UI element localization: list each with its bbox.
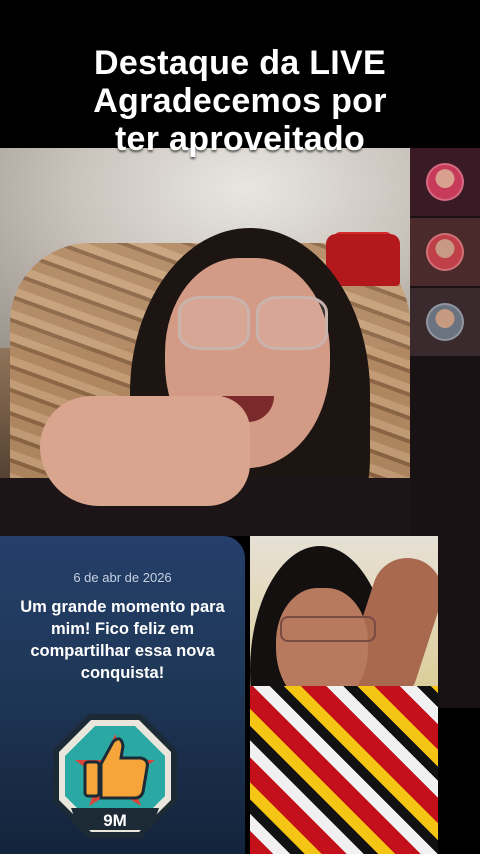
guest-avatar-1 (426, 163, 464, 201)
guest-dress (250, 686, 438, 854)
headline-line-1: Destaque da LIVE (94, 44, 386, 82)
host-video[interactable] (0, 148, 410, 536)
guest-video[interactable] (250, 536, 438, 854)
milestone-card: 6 de abr de 2026 Um grande momento para … (0, 536, 245, 854)
milestone-badge: 9M (53, 714, 177, 838)
guest-tile-3[interactable] (410, 288, 480, 356)
guest-avatar-2 (426, 233, 464, 271)
milestone-message: Um grande momento para mim! Fico feliz e… (20, 598, 225, 682)
host-glasses (178, 296, 328, 350)
guest-tile-1[interactable] (410, 148, 480, 216)
guest-avatar-3 (426, 303, 464, 341)
headline-line-2: Agradecemos por (93, 82, 387, 120)
guest-tile-2[interactable] (410, 218, 480, 286)
red-jar (326, 234, 400, 286)
milestone-date: 6 de abr de 2026 (73, 570, 172, 585)
badge-value: 9M (103, 811, 127, 830)
guest-glasses (280, 616, 376, 642)
headline-line-3: ter aproveitado (114, 120, 366, 158)
host-hand (40, 396, 250, 506)
live-highlight-headline: Destaque da LIVE Agradecemos por ter apr… (0, 44, 480, 158)
